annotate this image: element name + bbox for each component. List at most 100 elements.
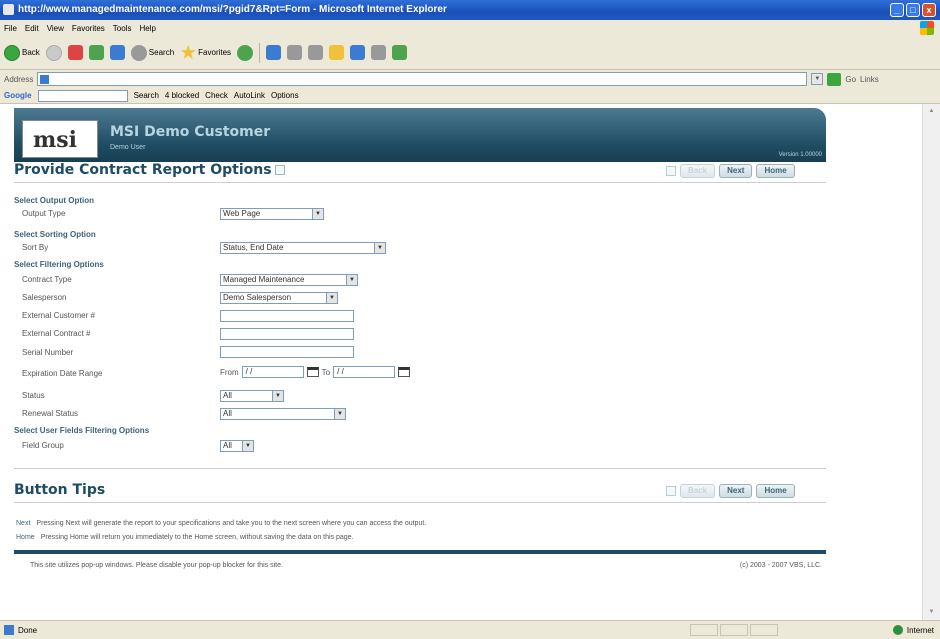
home-tip-text: Pressing Home will return you immediatel… bbox=[40, 534, 354, 541]
go-arrow-icon[interactable] bbox=[827, 72, 842, 86]
next-tip-text: Pressing Next will generate the report t… bbox=[36, 520, 427, 527]
back-nav-button[interactable]: Back bbox=[680, 484, 716, 498]
salesperson-value: Demo Salesperson bbox=[223, 293, 292, 302]
media-icon[interactable] bbox=[237, 44, 254, 61]
address-dropdown[interactable]: ▼ bbox=[811, 73, 824, 85]
back-label: Back bbox=[22, 48, 40, 57]
copyright: (c) 2003 - 2007 VBS, LLC. bbox=[739, 562, 822, 569]
chevron-down-icon: ▼ bbox=[312, 209, 323, 219]
minimize-button[interactable]: _ bbox=[890, 3, 904, 17]
back-button[interactable]: Back bbox=[4, 44, 40, 61]
popup-blocker-button[interactable]: 4 blocked bbox=[165, 91, 199, 100]
page-title-text: Provide Contract Report Options bbox=[14, 162, 272, 178]
calendar-icon[interactable] bbox=[398, 367, 411, 377]
status-text: Done bbox=[18, 625, 38, 635]
field-group-value: All bbox=[223, 441, 232, 450]
external-customer-label: External Customer # bbox=[22, 311, 95, 320]
bottom-nav-buttons: Back Next Home bbox=[666, 484, 795, 498]
folder-icon[interactable] bbox=[329, 45, 345, 60]
menu-file[interactable]: File bbox=[4, 24, 17, 33]
nav-help-icon[interactable] bbox=[666, 486, 676, 496]
home-icon[interactable] bbox=[109, 45, 125, 60]
chevron-down-icon: ▼ bbox=[374, 243, 385, 253]
renewal-status-select[interactable]: All ▼ bbox=[220, 408, 346, 420]
output-section-heading: Select Output Option bbox=[14, 196, 94, 205]
scroll-up-icon[interactable]: ▲ bbox=[926, 106, 937, 117]
next-tip: Next Pressing Next will generate the repo… bbox=[16, 520, 426, 527]
stop-icon[interactable] bbox=[67, 45, 83, 60]
toolbar-divider bbox=[259, 42, 261, 63]
chevron-down-icon: ▼ bbox=[346, 275, 357, 285]
favorites-button[interactable]: Favorites bbox=[180, 44, 231, 61]
print-icon[interactable] bbox=[308, 45, 324, 60]
salesperson-select[interactable]: Demo Salesperson ▼ bbox=[220, 292, 338, 304]
close-button[interactable]: x bbox=[922, 3, 936, 17]
help-icon[interactable] bbox=[274, 165, 285, 175]
sort-section-heading: Select Sorting Option bbox=[14, 230, 96, 239]
forward-button[interactable] bbox=[45, 44, 62, 61]
window-title: http://www.managedmaintenance.com/msi/?p… bbox=[18, 4, 447, 15]
spell-check-button[interactable]: Check bbox=[205, 91, 228, 100]
search-button[interactable]: Search bbox=[130, 44, 174, 61]
next-nav-button[interactable]: Next bbox=[719, 164, 753, 178]
to-label: To bbox=[321, 367, 331, 377]
maximize-button[interactable]: □ bbox=[906, 3, 920, 17]
home-tip: Home Pressing Home will return you immedi… bbox=[16, 534, 354, 541]
mail-icon[interactable] bbox=[287, 45, 303, 60]
menu-favorites[interactable]: Favorites bbox=[72, 24, 105, 33]
browser-toolbar: Back Search Favorites bbox=[0, 36, 940, 70]
field-group-select[interactable]: All ▼ bbox=[220, 440, 254, 452]
external-contract-input[interactable] bbox=[220, 328, 354, 340]
refresh-icon[interactable] bbox=[88, 45, 104, 60]
popup-note: This site utilizes pop-up windows. Pleas… bbox=[30, 562, 283, 569]
from-date-input[interactable]: / / bbox=[241, 366, 304, 378]
google-options-button[interactable]: Options bbox=[271, 91, 299, 100]
security-zone: Internet bbox=[892, 625, 934, 635]
filter-section-heading: Select Filtering Options bbox=[14, 260, 104, 269]
home-nav-button[interactable]: Home bbox=[756, 484, 795, 498]
output-type-label: Output Type bbox=[22, 209, 66, 218]
contract-type-select[interactable]: Managed Maintenance ▼ bbox=[220, 274, 358, 286]
google-logo[interactable]: Google bbox=[4, 91, 32, 100]
top-nav-buttons: Back Next Home bbox=[666, 164, 795, 178]
window-controls: _ □ x bbox=[890, 3, 936, 17]
research-icon[interactable] bbox=[371, 45, 387, 60]
contract-type-value: Managed Maintenance bbox=[223, 275, 305, 284]
chevron-down-icon: ▼ bbox=[242, 441, 253, 451]
windows-logo-icon bbox=[920, 21, 934, 35]
calendar-icon[interactable] bbox=[306, 367, 319, 377]
user-fields-section-heading: Select User Fields Filtering Options bbox=[14, 426, 150, 435]
plugin-icon[interactable] bbox=[392, 45, 408, 60]
go-label[interactable]: Go bbox=[845, 75, 856, 84]
sort-by-select[interactable]: Status, End Date ▼ bbox=[220, 242, 386, 254]
menu-help[interactable]: Help bbox=[139, 24, 155, 33]
scroll-down-icon[interactable]: ▼ bbox=[926, 607, 937, 618]
status-cells bbox=[690, 624, 778, 636]
company-name: MSI Demo Customer bbox=[110, 124, 271, 140]
back-nav-button[interactable]: Back bbox=[680, 164, 716, 178]
field-group-label: Field Group bbox=[22, 441, 64, 450]
autolink-button[interactable]: AutoLink bbox=[234, 91, 265, 100]
page-content: msi MSI Demo Customer Demo User Version … bbox=[0, 104, 922, 620]
messenger-icon[interactable] bbox=[350, 45, 366, 60]
output-type-select[interactable]: Web Page ▼ bbox=[220, 208, 324, 220]
menu-view[interactable]: View bbox=[47, 24, 64, 33]
next-nav-button[interactable]: Next bbox=[719, 484, 753, 498]
menu-edit[interactable]: Edit bbox=[25, 24, 39, 33]
logo-text: msi bbox=[33, 127, 78, 153]
history-icon[interactable] bbox=[266, 45, 282, 60]
serial-number-input[interactable] bbox=[220, 346, 354, 358]
to-date-input[interactable]: / / bbox=[333, 366, 396, 378]
nav-help-icon[interactable] bbox=[666, 166, 676, 176]
expiration-range-label: Expiration Date Range bbox=[22, 369, 103, 378]
external-customer-input[interactable] bbox=[220, 310, 354, 322]
home-nav-button[interactable]: Home bbox=[756, 164, 795, 178]
address-input[interactable] bbox=[37, 72, 808, 86]
links-label[interactable]: Links bbox=[860, 75, 879, 84]
status-select[interactable]: All ▼ bbox=[220, 390, 284, 402]
google-search-button[interactable]: Search bbox=[134, 91, 159, 100]
sort-by-label: Sort By bbox=[22, 243, 49, 252]
google-search-input[interactable] bbox=[37, 89, 128, 102]
vertical-scrollbar[interactable]: ▲ ▼ bbox=[922, 104, 940, 620]
menu-tools[interactable]: Tools bbox=[113, 24, 132, 33]
